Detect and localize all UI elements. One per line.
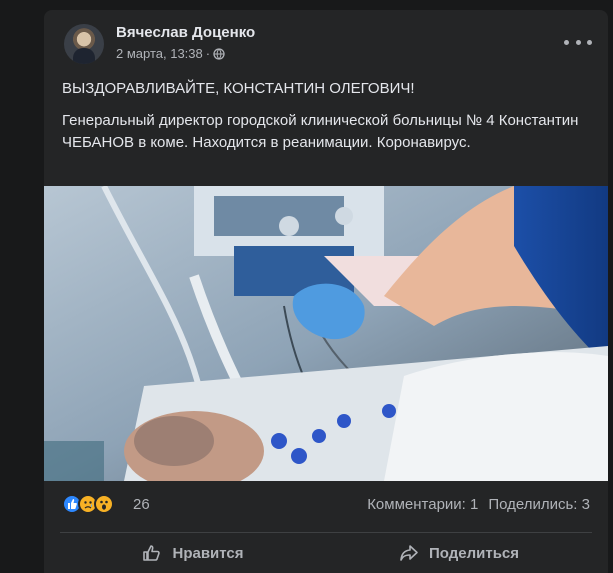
hospital-photo-illustration <box>44 186 608 481</box>
author-name[interactable]: Вячеслав Доценко <box>116 24 255 41</box>
meta-separator: · <box>205 46 211 61</box>
share-arrow-icon <box>400 545 418 561</box>
like-button[interactable]: Нравится <box>60 538 326 568</box>
post-photo[interactable] <box>44 186 608 481</box>
share-button[interactable]: Поделиться <box>326 538 592 568</box>
post-text: Генеральный директор городской клиническ… <box>62 112 579 151</box>
more-options-icon[interactable] <box>564 32 592 52</box>
reaction-count[interactable]: 26 <box>133 496 150 513</box>
post-actions: Нравится Поделиться <box>60 538 592 568</box>
reaction-icons[interactable] <box>62 494 114 516</box>
reactions-row: 26 Комментарии: 1 Поделились: 3 <box>62 494 590 516</box>
action-divider <box>60 532 592 533</box>
wow-icon <box>94 494 114 514</box>
globe-icon <box>213 47 225 60</box>
post-title: ВЫЗДОРАВЛИВАЙТЕ, КОНСТАНТИН ОЛЕГОВИЧ! <box>62 80 415 97</box>
thumbs-up-icon <box>143 545 161 561</box>
engagement-counts: Комментарии: 1 Поделились: 3 <box>367 496 590 513</box>
shares-count[interactable]: Поделились: 3 <box>488 496 590 513</box>
author-avatar[interactable] <box>64 24 104 64</box>
page-left-margin <box>0 0 44 573</box>
post-header: Вячеслав Доценко 2 марта, 13:38 · <box>60 22 596 66</box>
comments-count[interactable]: Комментарии: 1 <box>367 496 478 513</box>
like-label: Нравится <box>172 544 244 562</box>
post-meta: 2 марта, 13:38 · <box>116 46 225 61</box>
post-card: Вячеслав Доценко 2 марта, 13:38 · ВЫЗДОР… <box>44 10 608 573</box>
share-label: Поделиться <box>428 544 520 562</box>
post-date[interactable]: 2 марта, 13:38 <box>116 46 203 61</box>
